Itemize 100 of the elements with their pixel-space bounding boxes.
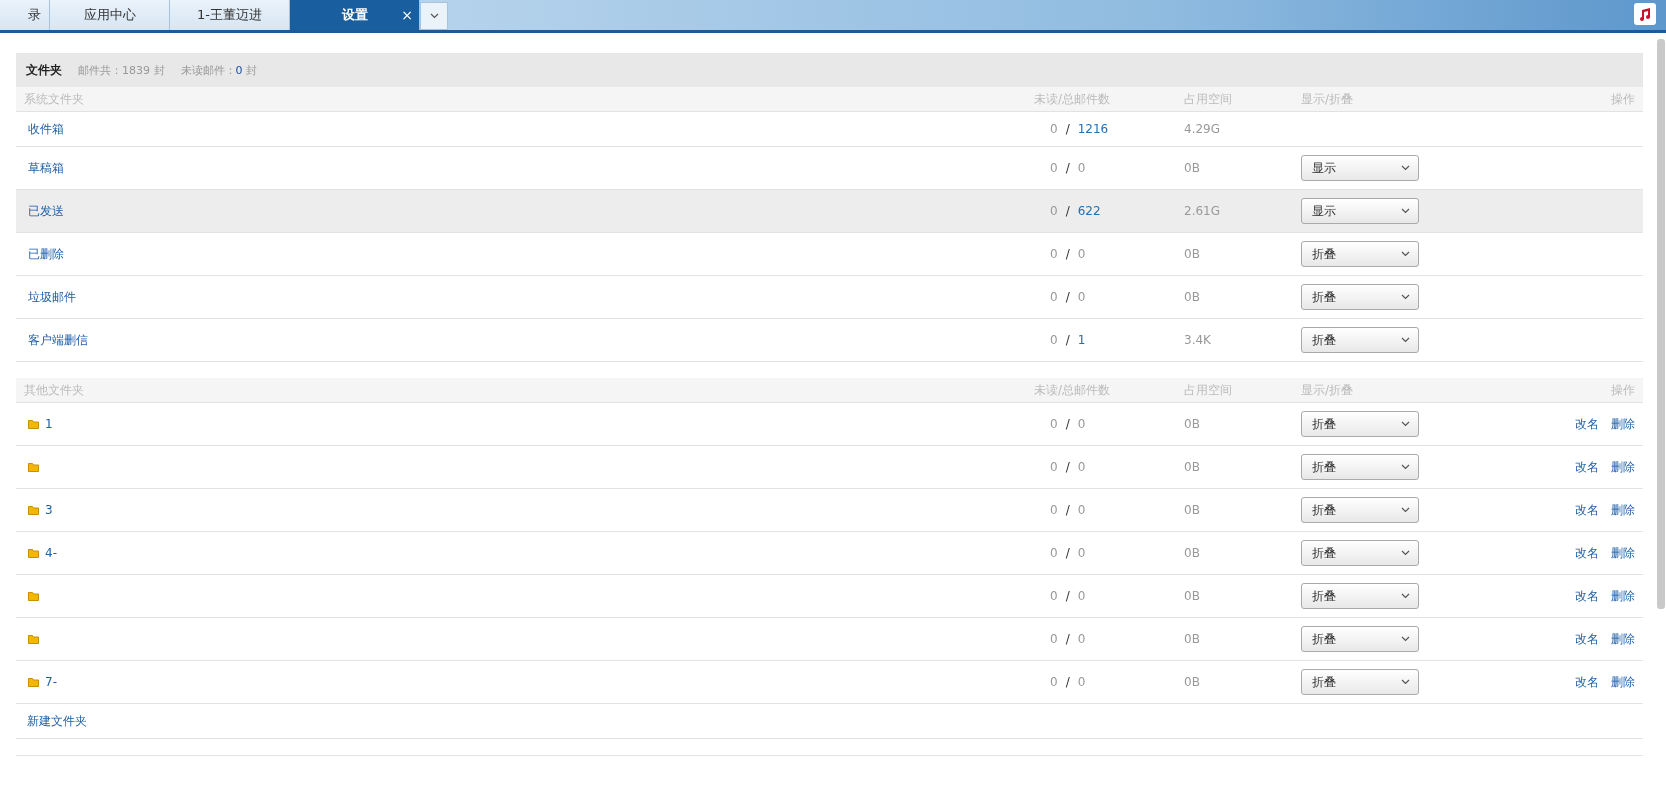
- folder-link[interactable]: 已发送: [28, 202, 64, 220]
- table-row[interactable]: 收件箱 0 / 1216 4.29G: [16, 112, 1643, 147]
- chevron-down-icon: [1401, 636, 1410, 642]
- tab[interactable]: 1-王董迈进: [170, 0, 290, 30]
- folder-size: 0B: [1184, 417, 1201, 431]
- total-label: 邮件共：1839 封: [78, 62, 165, 78]
- action-link[interactable]: 删除: [1611, 415, 1635, 433]
- unread-label: 未读邮件：0 封: [180, 62, 257, 78]
- unread-count: 0: [1050, 632, 1058, 646]
- total-count[interactable]: 1: [1077, 333, 1086, 347]
- action-link[interactable]: 改名: [1575, 501, 1599, 519]
- display-dropdown[interactable]: 折叠: [1301, 241, 1419, 267]
- unread-count: 0: [1050, 675, 1058, 689]
- folder-link[interactable]: 7-: [45, 675, 57, 689]
- slash-separator: /: [1065, 333, 1070, 347]
- tab[interactable]: 录: [0, 0, 50, 30]
- total-count: 0: [1077, 503, 1086, 517]
- total-count[interactable]: 622: [1077, 204, 1101, 218]
- unread-count: 0: [1050, 417, 1058, 431]
- slash-separator: /: [1065, 460, 1070, 474]
- slash-separator: /: [1065, 632, 1070, 646]
- folder-size: 0B: [1184, 247, 1201, 261]
- action-link[interactable]: 改名: [1575, 673, 1599, 691]
- slash-separator: /: [1065, 247, 1070, 261]
- folder-link[interactable]: 已删除: [28, 245, 64, 263]
- action-link[interactable]: 改名: [1575, 544, 1599, 562]
- folder-link[interactable]: 草稿箱: [28, 159, 64, 177]
- unread-count: 0: [1050, 290, 1058, 304]
- slash-separator: /: [1065, 290, 1070, 304]
- action-link[interactable]: 改名: [1575, 458, 1599, 476]
- folder-size: 0B: [1184, 546, 1201, 560]
- folder-icon: [28, 419, 39, 429]
- chevron-down-icon: [1401, 337, 1410, 343]
- close-button[interactable]: ×: [401, 7, 413, 23]
- total-count: 0: [1077, 161, 1086, 175]
- folder-size: 4.29G: [1184, 122, 1222, 136]
- tab[interactable]: 设置 ×: [290, 0, 420, 30]
- folder-link[interactable]: 4-: [45, 546, 57, 560]
- music-note-icon[interactable]: [1634, 3, 1656, 25]
- display-dropdown[interactable]: 显示: [1301, 155, 1419, 181]
- chevron-down-icon: [1401, 464, 1410, 470]
- unread-count: 0: [1050, 333, 1058, 347]
- total-count: 0: [1077, 632, 1086, 646]
- tab[interactable]: 应用中心: [50, 0, 170, 30]
- slash-separator: /: [1065, 503, 1070, 517]
- total-count[interactable]: 1216: [1077, 122, 1109, 136]
- display-dropdown[interactable]: 折叠: [1301, 411, 1419, 437]
- action-link[interactable]: 改名: [1575, 630, 1599, 648]
- action-link[interactable]: 删除: [1611, 458, 1635, 476]
- folder-link[interactable]: 收件箱: [28, 120, 64, 138]
- chevron-down-icon: [429, 13, 439, 19]
- folder-link[interactable]: 客户端删信: [28, 331, 88, 349]
- folder-size: 0B: [1184, 460, 1201, 474]
- folder-size: 0B: [1184, 290, 1201, 304]
- slash-separator: /: [1065, 675, 1070, 689]
- scrollbar[interactable]: [1657, 39, 1665, 609]
- folder-size: 0B: [1184, 632, 1201, 646]
- folder-size: 0B: [1184, 589, 1201, 603]
- action-link[interactable]: 删除: [1611, 587, 1635, 605]
- action-link[interactable]: 删除: [1611, 501, 1635, 519]
- display-dropdown[interactable]: 折叠: [1301, 540, 1419, 566]
- folder-icon: [28, 505, 39, 515]
- action-link[interactable]: 删除: [1611, 544, 1635, 562]
- table-row[interactable]: 客户端删信 0 / 1 3.4K 折叠: [16, 319, 1643, 362]
- slash-separator: /: [1065, 161, 1070, 175]
- total-count: 0: [1077, 247, 1086, 261]
- display-dropdown[interactable]: 显示: [1301, 198, 1419, 224]
- folder-size: 2.61G: [1184, 204, 1222, 218]
- new-folder-link[interactable]: 新建文件夹: [27, 712, 87, 730]
- folder-size: 0B: [1184, 675, 1201, 689]
- folder-link[interactable]: 垃圾邮件: [28, 288, 76, 306]
- total-count: 0: [1077, 589, 1086, 603]
- folder-icon: [28, 677, 39, 687]
- total-count: 0: [1077, 675, 1086, 689]
- display-dropdown[interactable]: 折叠: [1301, 669, 1419, 695]
- action-link[interactable]: 删除: [1611, 673, 1635, 691]
- slash-separator: /: [1065, 417, 1070, 431]
- display-dropdown[interactable]: 折叠: [1301, 327, 1419, 353]
- summary-title: 文件夹: [26, 61, 62, 79]
- folder-link[interactable]: 1: [45, 417, 53, 431]
- display-dropdown[interactable]: 折叠: [1301, 284, 1419, 310]
- folder-size: 0B: [1184, 161, 1201, 175]
- display-dropdown[interactable]: 折叠: [1301, 583, 1419, 609]
- unread-count: 0: [1050, 546, 1058, 560]
- action-link[interactable]: 改名: [1575, 415, 1599, 433]
- action-link[interactable]: 删除: [1611, 630, 1635, 648]
- chevron-down-icon: [1401, 294, 1410, 300]
- slash-separator: /: [1065, 122, 1070, 136]
- display-dropdown[interactable]: 折叠: [1301, 497, 1419, 523]
- table-row[interactable]: 垃圾邮件 0 / 0 0B 折叠: [16, 276, 1643, 319]
- display-dropdown[interactable]: 折叠: [1301, 626, 1419, 652]
- display-dropdown[interactable]: 折叠: [1301, 454, 1419, 480]
- action-link[interactable]: 改名: [1575, 587, 1599, 605]
- chevron-down-icon: [1401, 208, 1410, 214]
- chevron-down-icon: [1401, 679, 1410, 685]
- folder-link[interactable]: 3: [45, 503, 53, 517]
- table-row[interactable]: 已删除 0 / 0 0B 折叠: [16, 233, 1643, 276]
- tab-menu-button[interactable]: [420, 2, 448, 30]
- slash-separator: /: [1065, 546, 1070, 560]
- table-row[interactable]: 已发送 0 / 622 2.61G 显示: [16, 190, 1643, 233]
